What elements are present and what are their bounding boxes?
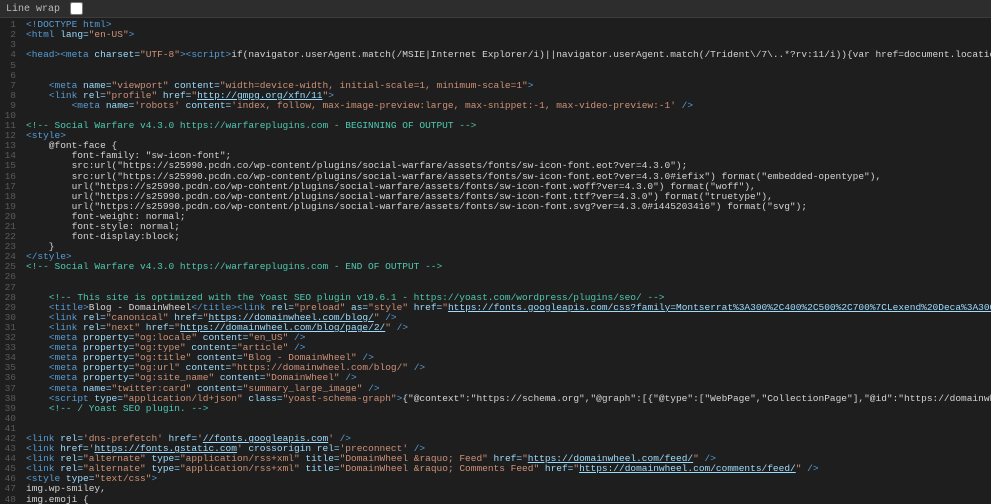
code-line[interactable] bbox=[26, 61, 991, 71]
code-line[interactable]: <style type="text/css"> bbox=[26, 474, 991, 484]
code-line[interactable]: <html lang="en-US"> bbox=[26, 30, 991, 40]
code-line[interactable]: <style> bbox=[26, 131, 991, 141]
code-line[interactable] bbox=[26, 272, 991, 282]
code-line[interactable]: <!-- / Yoast SEO plugin. --> bbox=[26, 404, 991, 414]
line-number: 36 bbox=[2, 373, 16, 383]
toolbar: Line wrap bbox=[0, 0, 991, 18]
code-line[interactable]: <link rel="alternate" type="application/… bbox=[26, 464, 991, 474]
code-line[interactable]: } bbox=[26, 242, 991, 252]
line-wrap-checkbox[interactable] bbox=[70, 2, 83, 15]
line-number: 4 bbox=[2, 50, 16, 60]
code-editor[interactable]: 1234567891011121314151617181920212223242… bbox=[0, 18, 991, 504]
code-line[interactable] bbox=[26, 414, 991, 424]
code-line[interactable]: <meta name='robots' content='index, foll… bbox=[26, 101, 991, 111]
code-line[interactable]: <!DOCTYPE html> bbox=[26, 20, 991, 30]
line-wrap-label: Line wrap bbox=[6, 4, 60, 15]
code-line[interactable]: font-display:block; bbox=[26, 232, 991, 242]
code-line[interactable]: img.wp-smiley, bbox=[26, 484, 991, 494]
code-line[interactable]: <!-- Social Warfare v4.3.0 https://warfa… bbox=[26, 262, 991, 272]
code-line[interactable]: <!-- Social Warfare v4.3.0 https://warfa… bbox=[26, 121, 991, 131]
code-content[interactable]: <!DOCTYPE html><html lang="en-US"> <head… bbox=[22, 18, 991, 504]
code-line[interactable]: img.emoji { bbox=[26, 495, 991, 504]
line-wrap-toggle[interactable]: Line wrap bbox=[6, 4, 83, 15]
code-line[interactable]: <head><meta charset="UTF-8"><script>if(n… bbox=[26, 50, 991, 60]
line-number: 48 bbox=[2, 495, 16, 504]
line-number-gutter: 1234567891011121314151617181920212223242… bbox=[0, 18, 22, 504]
